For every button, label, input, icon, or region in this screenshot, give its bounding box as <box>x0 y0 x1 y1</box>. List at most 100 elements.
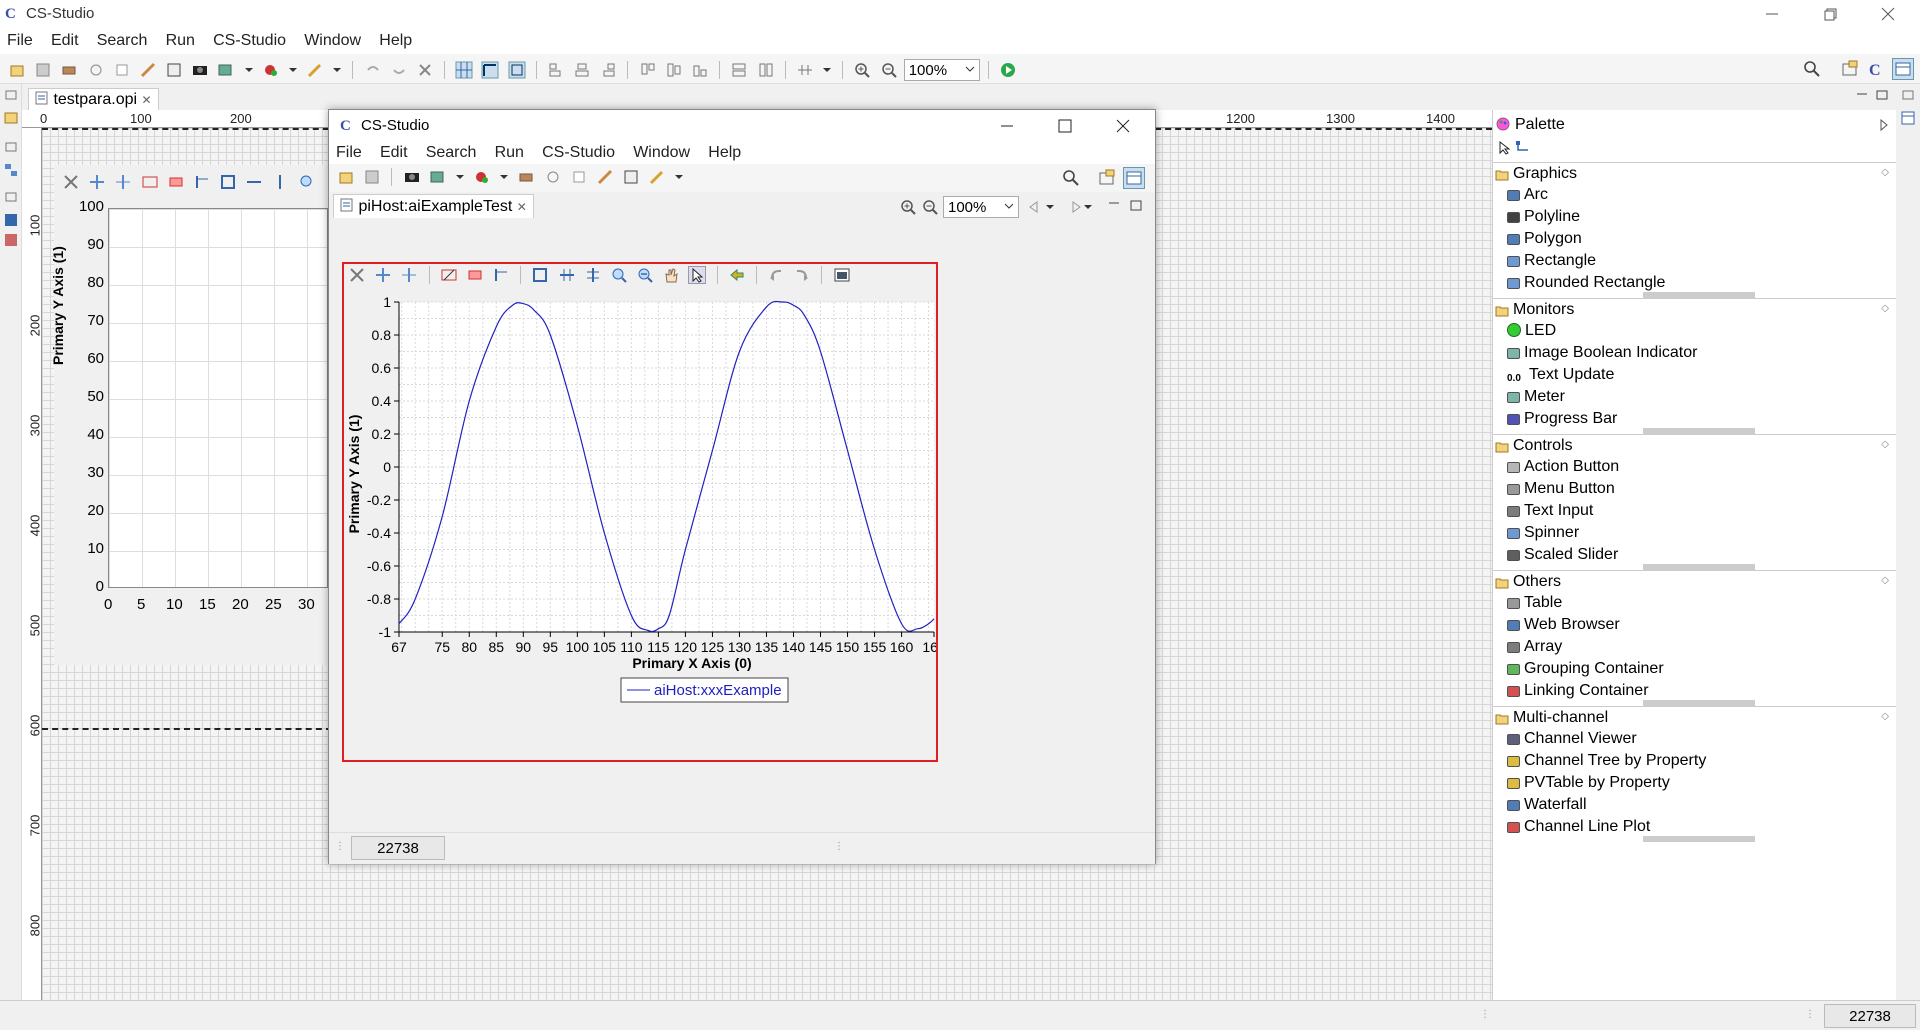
print-icon[interactable] <box>60 61 78 79</box>
zoom-in-icon[interactable] <box>853 61 871 79</box>
new-icon[interactable] <box>8 61 26 79</box>
minimize-view-icon[interactable] <box>1107 198 1121 212</box>
vertical-zoom-icon[interactable] <box>271 173 289 191</box>
restore-view-icon[interactable] <box>3 140 19 154</box>
same-height-icon[interactable] <box>730 61 748 79</box>
close-tab-icon[interactable]: ✕ <box>517 200 527 214</box>
run-icon[interactable] <box>999 61 1017 79</box>
align-top-icon[interactable] <box>639 61 657 79</box>
add-annotation-icon[interactable] <box>440 266 458 284</box>
restore-view-icon[interactable] <box>3 190 19 204</box>
palette-group-graphics[interactable]: Graphics ◇ <box>1493 162 1897 186</box>
open-perspective-icon[interactable] <box>1097 168 1117 188</box>
properties-view-icon[interactable] <box>3 232 19 248</box>
collapse-group-icon[interactable]: ◇ <box>1881 711 1889 722</box>
editor-tab-testpara[interactable]: testpara.opi ✕ <box>28 88 159 110</box>
menu-edit[interactable]: Edit <box>373 140 415 162</box>
palette-item-channel-viewer[interactable]: Channel Viewer <box>1507 730 1637 748</box>
same-width-icon[interactable] <box>757 61 775 79</box>
remove-axis-icon[interactable] <box>114 173 132 191</box>
palette-group-others[interactable]: Others ◇ <box>1493 570 1897 594</box>
chevron-down-icon[interactable] <box>455 168 465 186</box>
menu-search[interactable]: Search <box>419 140 484 162</box>
opi-runtime-perspective-icon[interactable] <box>1123 167 1145 189</box>
restore-view-icon[interactable] <box>3 88 19 102</box>
horizontal-zoom-icon[interactable] <box>245 173 263 191</box>
palette-collapse-icon[interactable] <box>1879 118 1889 132</box>
zoom-in-icon[interactable] <box>298 173 316 191</box>
runtime-window[interactable]: C CS-Studio File Edit Search Run CS-Stud… <box>328 109 1156 864</box>
close-tab-icon[interactable]: ✕ <box>142 93 152 107</box>
palette-item-menu-button[interactable]: Menu Button <box>1507 480 1615 498</box>
chevron-down-icon[interactable] <box>674 168 684 186</box>
wrench-icon[interactable] <box>648 168 666 186</box>
camera-icon[interactable] <box>191 61 209 79</box>
collapse-group-icon[interactable]: ◇ <box>1881 167 1889 178</box>
maximize-view-icon[interactable] <box>1129 198 1143 212</box>
xy-graph-widget[interactable]: 1 0.8 0.6 0.4 0.2 0 -0.2 -0.4 -0.6 -0.8 -1 67 75 80 8… <box>342 262 938 762</box>
maximize-editor-icon[interactable] <box>1875 88 1889 102</box>
palette-item-action-button[interactable]: Action Button <box>1507 458 1619 476</box>
palette-item-array[interactable]: Array <box>1507 638 1562 656</box>
remove-axis-icon[interactable] <box>400 266 418 284</box>
palette-group-monitors[interactable]: Monitors ◇ <box>1493 298 1897 322</box>
menu-file[interactable]: File <box>0 28 40 50</box>
zoom-out-icon[interactable] <box>921 198 939 216</box>
cs-studio-perspective-icon[interactable]: C <box>1866 59 1886 79</box>
autoscale-icon[interactable] <box>219 173 237 191</box>
menu-help[interactable]: Help <box>372 28 419 50</box>
chevron-down-icon[interactable] <box>244 61 254 79</box>
close-button[interactable] <box>1113 116 1133 136</box>
chevron-down-icon[interactable] <box>288 61 298 79</box>
console-icon[interactable] <box>3 212 19 228</box>
run-opi-icon[interactable] <box>262 61 280 79</box>
runtime-zoom-combo[interactable]: 100% <box>943 196 1019 218</box>
collapse-group-icon[interactable]: ◇ <box>1881 575 1889 586</box>
chevron-down-icon[interactable] <box>822 61 832 79</box>
add-axis-icon[interactable] <box>374 266 392 284</box>
palette-item-scaled-slider[interactable]: Scaled Slider <box>1507 546 1618 564</box>
palette-item-web-browser[interactable]: Web Browser <box>1507 616 1620 634</box>
palette-item-table[interactable]: Table <box>1507 594 1562 612</box>
undo-icon[interactable] <box>364 61 382 79</box>
navigator-icon[interactable] <box>3 110 19 126</box>
xy-graph-chart[interactable]: 1 0.8 0.6 0.4 0.2 0 -0.2 -0.4 -0.6 -0.8 -1 67 75 80 8… <box>344 294 936 762</box>
menu-cs-studio[interactable]: CS-Studio <box>206 28 293 50</box>
chevron-down-icon[interactable] <box>1045 198 1055 216</box>
config-icon[interactable] <box>62 173 80 191</box>
new-icon[interactable] <box>337 168 355 186</box>
undo-icon[interactable] <box>767 266 785 284</box>
vertical-zoom-icon[interactable] <box>584 266 602 284</box>
pointer-icon[interactable] <box>688 266 707 285</box>
align-bottom-icon[interactable] <box>691 61 709 79</box>
palette-item-grouping-container[interactable]: Grouping Container <box>1507 660 1664 678</box>
menu-run[interactable]: Run <box>159 28 202 50</box>
outline-icon[interactable] <box>3 162 19 178</box>
menu-help[interactable]: Help <box>701 140 748 162</box>
snap-geometry-icon[interactable] <box>508 61 526 79</box>
palette-group-multi-channel[interactable]: Multi-channel ◇ <box>1493 706 1897 730</box>
menu-window[interactable]: Window <box>626 140 697 162</box>
palette-group-scrollbar[interactable] <box>1643 836 1755 842</box>
run-opi-icon[interactable] <box>473 168 491 186</box>
zoom-in-icon[interactable] <box>899 198 917 216</box>
palette-item-linking-container[interactable]: Linking Container <box>1507 682 1649 700</box>
pen-icon[interactable] <box>596 168 614 186</box>
autoscale-icon[interactable] <box>531 266 549 284</box>
close-button[interactable] <box>1878 4 1898 24</box>
menu-cs-studio[interactable]: CS-Studio <box>535 140 622 162</box>
palette-item-progress-bar[interactable]: Progress Bar <box>1507 410 1617 428</box>
wrench-icon[interactable] <box>306 61 324 79</box>
align-middle-icon[interactable] <box>665 61 683 79</box>
menu-run[interactable]: Run <box>488 140 531 162</box>
edit-annotation-icon[interactable] <box>492 266 510 284</box>
distribute-icon[interactable] <box>796 61 814 79</box>
minimize-button[interactable] <box>997 116 1017 136</box>
palette-item-meter[interactable]: Meter <box>1507 388 1565 406</box>
restore-view-icon[interactable] <box>1900 88 1916 102</box>
palette-item-rectangle[interactable]: Rectangle <box>1507 252 1596 270</box>
palette-item-polygon[interactable]: Polygon <box>1507 230 1582 248</box>
minimize-editor-icon[interactable] <box>1855 88 1869 102</box>
add-annotation-icon[interactable] <box>141 173 159 191</box>
connection-tool-icon[interactable] <box>1515 140 1531 156</box>
